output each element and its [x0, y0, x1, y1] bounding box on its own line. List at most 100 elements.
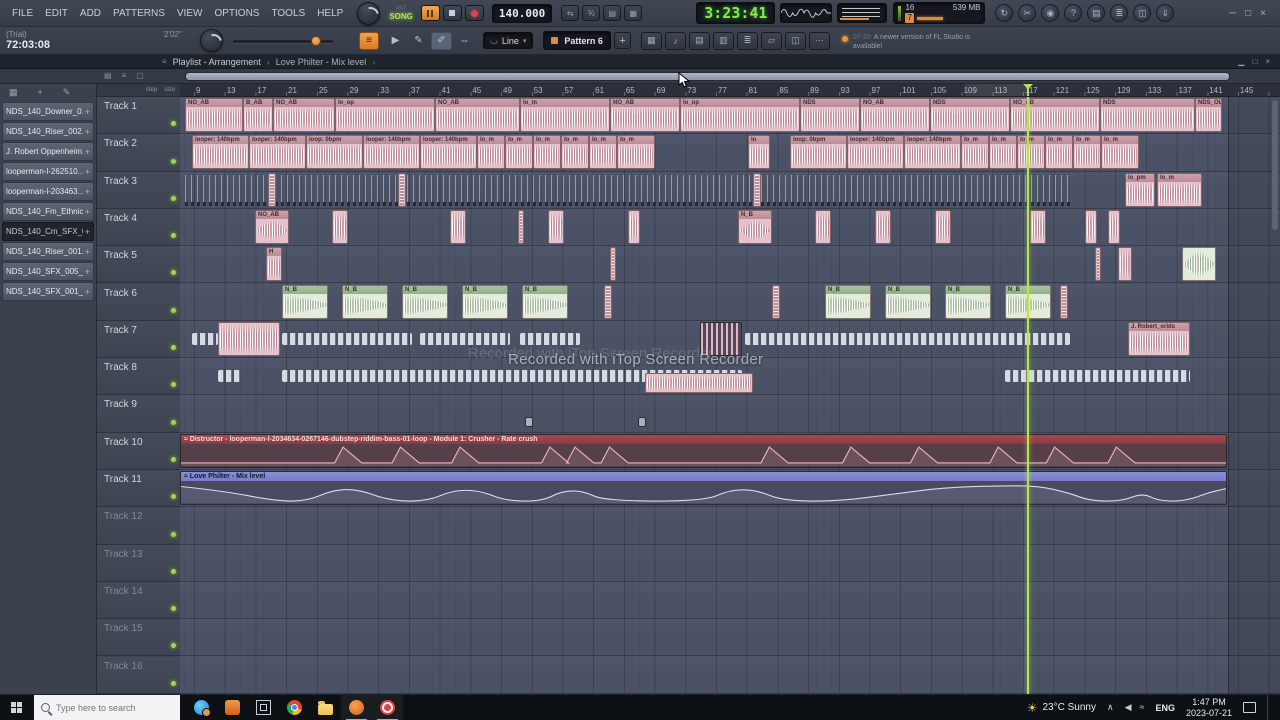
track-header[interactable]: Track 14: [97, 581, 180, 620]
clip-thin[interactable]: [268, 172, 276, 207]
track-led[interactable]: [171, 382, 176, 388]
track-header[interactable]: Track 12: [97, 507, 180, 545]
track-header[interactable]: Track 7: [97, 320, 180, 359]
clip-thin[interactable]: [604, 284, 612, 319]
shuttle-knob[interactable]: [357, 1, 381, 25]
clip-audio[interactable]: NO_AB: [273, 98, 335, 132]
track-lane[interactable]: H: [180, 246, 1280, 284]
track-header[interactable]: Track 10: [97, 432, 180, 470]
clip-audio[interactable]: [548, 209, 564, 244]
fl-studio-icon[interactable]: [341, 694, 372, 720]
playlist-close-button[interactable]: ×: [1265, 57, 1270, 66]
menu-add[interactable]: ADD: [74, 8, 107, 19]
clip-audio[interactable]: looper: 140bpm: [249, 135, 306, 170]
move-handle-icon[interactable]: +: [85, 227, 90, 237]
clip-audio[interactable]: looper: 140bpm: [363, 135, 420, 170]
slice-icon[interactable]: ✂: [1018, 4, 1037, 22]
time-display[interactable]: 3:23:41: [696, 2, 776, 24]
track-led[interactable]: [171, 643, 176, 649]
record-audio-icon[interactable]: ◉: [1041, 4, 1060, 22]
volume-icon[interactable]: ◀: [1125, 702, 1132, 713]
clip-decay[interactable]: N_B: [342, 284, 388, 319]
network-icon[interactable]: ≈: [1139, 702, 1144, 713]
clip-thin[interactable]: [1095, 247, 1101, 282]
move-handle-icon[interactable]: +: [85, 167, 90, 177]
clip-decay[interactable]: N_B: [885, 284, 931, 319]
clip-thin[interactable]: [518, 209, 524, 244]
sample-item[interactable]: NDS_140_Downer_0... +: [2, 102, 94, 121]
help-icon[interactable]: ?: [1064, 4, 1083, 22]
clip-thin[interactable]: [753, 172, 761, 207]
clip-audio[interactable]: NO_AB: [860, 98, 930, 132]
clip-audio[interactable]: [628, 209, 640, 244]
minimize-button[interactable]: ─: [1229, 8, 1236, 19]
track-led[interactable]: [171, 531, 176, 537]
add-pattern-button[interactable]: +: [613, 32, 631, 49]
clip-blocks[interactable]: [192, 332, 218, 345]
vertical-scrollbar[interactable]: [1272, 100, 1278, 230]
clip-audio[interactable]: lo_m: [505, 135, 533, 170]
sample-item[interactable]: looperman-l-262510... +: [2, 162, 94, 181]
move-handle-icon[interactable]: +: [85, 127, 90, 137]
clip-audio[interactable]: lo_m: [989, 135, 1017, 170]
typing-to-piano-icon[interactable]: ▦: [624, 5, 643, 21]
mixer-icon[interactable]: ▥: [712, 31, 734, 50]
sample-item[interactable]: NDS_140_Cm_SFX_0...+: [2, 222, 94, 241]
sample-item[interactable]: NDS_140_Riser_002... +: [2, 122, 94, 141]
close-button[interactable]: ×: [1260, 8, 1266, 19]
touch-controller-icon[interactable]: ◫: [784, 31, 806, 50]
move-handle-icon[interactable]: +: [85, 287, 90, 297]
move-handle-icon[interactable]: +: [85, 107, 90, 117]
stop-button[interactable]: [442, 5, 462, 21]
track-lane[interactable]: ≈ Distructor - looperman-l-2034634-02671…: [180, 432, 1280, 470]
clip-diamond[interactable]: N_B: [738, 209, 772, 244]
search-input[interactable]: [56, 702, 166, 713]
horizontal-scrollbar[interactable]: [185, 72, 1230, 81]
main-volume-knob[interactable]: [200, 29, 223, 52]
track-header[interactable]: Track 9: [97, 395, 180, 433]
sample-item[interactable]: J. Robert Oppenheim... +: [2, 142, 94, 161]
clip-decay[interactable]: N_B: [522, 284, 568, 319]
show-desktop-button[interactable]: [1267, 694, 1272, 720]
shuffle-icon[interactable]: ⇆: [561, 5, 580, 21]
clip-audio[interactable]: lo_m: [1157, 172, 1202, 207]
sample-item[interactable]: NDS_140_Riser_001... +: [2, 242, 94, 261]
automation-clip[interactable]: ≈ Love Philter - Mix level: [180, 471, 1227, 505]
automation-curve[interactable]: [181, 481, 1226, 503]
clip-audio[interactable]: [815, 209, 831, 244]
update-notification[interactable]: 07-20 A newer version of FL Studio is ava…: [841, 31, 997, 51]
track-led[interactable]: [171, 195, 176, 201]
pattern-picker-icon[interactable]: ≡: [122, 71, 127, 80]
swing-icon[interactable]: ¾: [582, 5, 601, 21]
edge-browser-icon[interactable]: [186, 695, 217, 720]
zoom-fit-icon[interactable]: ▢: [136, 71, 144, 80]
clip-audio[interactable]: loop: 0bpm: [306, 135, 363, 170]
record-button[interactable]: [464, 5, 484, 21]
playlist-menu-icon[interactable]: ▤: [104, 71, 112, 80]
clip-audio[interactable]: lo_m: [520, 98, 610, 132]
clip-thin[interactable]: [772, 284, 780, 319]
start-button[interactable]: [0, 695, 34, 720]
clip-audio[interactable]: lo_m: [617, 135, 655, 170]
clip-audio[interactable]: lo_op: [680, 98, 800, 132]
track-led[interactable]: [171, 456, 176, 462]
clip-audio[interactable]: lo_m: [961, 135, 989, 170]
clip-thin[interactable]: [610, 247, 616, 282]
clip-ticks[interactable]: [185, 174, 1070, 206]
menu-edit[interactable]: EDIT: [39, 8, 74, 19]
undo-icon[interactable]: ↻: [995, 4, 1014, 22]
detach-window-icon[interactable]: ◫: [1133, 4, 1152, 22]
browser-list-icon[interactable]: ≣: [1110, 4, 1129, 22]
clip-audio[interactable]: lo_m: [561, 135, 589, 170]
track-header[interactable]: Track 11: [97, 470, 180, 508]
track-header[interactable]: Track 8: [97, 358, 180, 396]
track-led[interactable]: [171, 121, 176, 127]
menu-patterns[interactable]: PATTERNS: [107, 8, 171, 19]
pattern-selector[interactable]: Pattern 6: [543, 31, 611, 50]
sample-item[interactable]: NDS_140_Fm_Ethnic... +: [2, 202, 94, 221]
play-button[interactable]: [420, 5, 440, 21]
clip-audio[interactable]: B_AB: [243, 98, 273, 132]
clip-audio[interactable]: [1108, 209, 1120, 244]
clip-thin[interactable]: [1060, 284, 1068, 319]
clip-decay[interactable]: N_B: [462, 284, 508, 319]
